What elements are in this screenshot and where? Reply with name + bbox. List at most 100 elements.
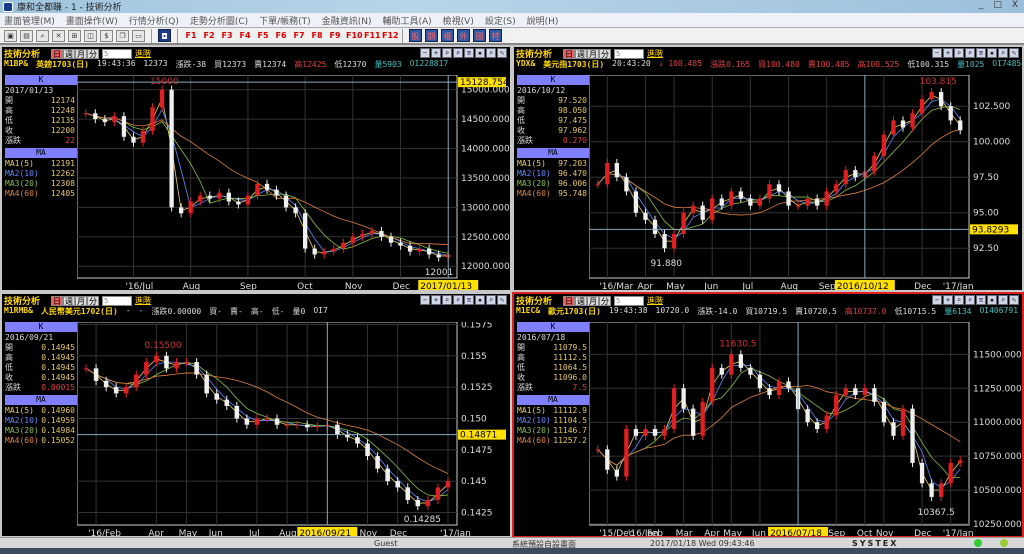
period-button[interactable]: 日	[51, 295, 64, 306]
period-button[interactable]: 月	[587, 295, 600, 306]
monitor-icon[interactable]: ▤	[20, 29, 33, 42]
quick-market-button[interactable]: 期	[425, 29, 438, 42]
function-key-button[interactable]: F9	[328, 31, 342, 40]
save-icon[interactable]: ▪	[987, 295, 997, 305]
menu-item[interactable]: 走勢分析圖(C)	[190, 14, 248, 27]
price-chart[interactable]: 11500.000 11250.000 11000.000 10750.000 1050…	[589, 322, 1024, 538]
period-button[interactable]: 分	[599, 48, 612, 59]
search-icon[interactable]: ⌕	[954, 48, 964, 58]
search-icon[interactable]: ⌕	[442, 295, 452, 305]
quick-market-button[interactable]: 特	[489, 29, 502, 42]
list-icon[interactable]: ≡	[976, 295, 986, 305]
find-icon[interactable]: ⌕	[453, 295, 463, 305]
settings-icon[interactable]: ✎	[497, 295, 507, 305]
function-key-button[interactable]: F1	[184, 31, 198, 40]
menu-item[interactable]: 輔助工具(A)	[382, 14, 431, 27]
screen-icon[interactable]: ▣	[4, 29, 17, 42]
period-select[interactable]: 5	[614, 295, 645, 306]
minimize-button[interactable]: _	[979, 0, 984, 10]
magnify-icon[interactable]: ⌕	[998, 295, 1008, 305]
menu-item[interactable]: 行情分析(Q)	[129, 14, 179, 27]
window-icon[interactable]: ▭	[132, 29, 145, 42]
period-button[interactable]: 週	[575, 295, 588, 306]
function-key-button[interactable]: F4	[238, 31, 252, 40]
period-button[interactable]: 週	[63, 48, 76, 59]
function-key-button[interactable]: F10	[346, 31, 363, 40]
save-icon[interactable]: ▪	[475, 48, 485, 58]
list-icon[interactable]: ≡	[464, 295, 474, 305]
split-icon[interactable]: ◫	[84, 29, 97, 42]
advanced-link[interactable]: 進階	[647, 48, 663, 59]
search-icon[interactable]: ⌕	[954, 295, 964, 305]
chart-panel-m1rmb[interactable]: 技術分析 日週月分 5 進階 − + ⌕ ⌕ ≡ ▪ ⌕ ✎ M1RMB& 人民幣美元1…	[0, 292, 512, 538]
list-icon[interactable]: ≡	[976, 48, 986, 58]
period-button[interactable]: 日	[563, 295, 576, 306]
function-key-button[interactable]: F7	[292, 31, 306, 40]
find-icon[interactable]: ⌕	[453, 48, 463, 58]
settings-icon[interactable]: ✎	[1009, 48, 1019, 58]
menu-item[interactable]: 畫面操作(W)	[66, 14, 118, 27]
maximize-button[interactable]: □	[993, 0, 1002, 10]
close-window-icon[interactable]: ✕	[52, 29, 65, 42]
price-chart[interactable]: 102.500 100.000 97.50 95.00 92.50 93.8293 103.…	[589, 75, 1024, 292]
menu-item[interactable]: 檢視(V)	[443, 14, 474, 27]
menu-item[interactable]: 金融資訊(N)	[322, 14, 372, 27]
tile-icon[interactable]: ⊞	[68, 29, 81, 42]
quick-market-button[interactable]: 國	[473, 29, 486, 42]
period-button[interactable]: 分	[599, 295, 612, 306]
price-chart[interactable]: 15000.00014500.00014000.00013500.0001300…	[77, 75, 512, 292]
zoom-in-icon[interactable]: +	[431, 295, 441, 305]
period-select[interactable]: 5	[614, 48, 645, 59]
settings-icon[interactable]: ✎	[1009, 295, 1019, 305]
zoom-in-icon[interactable]: +	[943, 48, 953, 58]
quick-market-button[interactable]: 外	[457, 29, 470, 42]
function-key-button[interactable]: F8	[310, 31, 324, 40]
magnify-icon[interactable]: ⌕	[486, 295, 496, 305]
search-icon[interactable]: ⌕	[36, 29, 49, 42]
menu-item[interactable]: 說明(H)	[527, 14, 559, 27]
advanced-link[interactable]: 進階	[647, 295, 663, 306]
function-key-button[interactable]: F12	[382, 31, 399, 40]
period-button[interactable]: 日	[51, 48, 64, 59]
function-key-button[interactable]: F3	[220, 31, 234, 40]
chart-panel-m1ec[interactable]: 技術分析 日週月分 5 進階 − + ⌕ ⌕ ≡ ▪ ⌕ ✎ M1EC& 歐元1703(…	[512, 292, 1024, 538]
chart-panel-m1bp[interactable]: 技術分析 日週月分 5 進階 − + ⌕ ⌕ ≡ ▪ ⌕ ✎ M1BP& 英鎊1703(…	[0, 45, 512, 292]
function-key-button[interactable]: F5	[256, 31, 270, 40]
period-button[interactable]: 月	[75, 295, 88, 306]
zoom-out-icon[interactable]: −	[420, 295, 430, 305]
price-chart[interactable]: 0.1575 0.155 0.1525 0.150 0.1475 0.145 0.1425 0…	[77, 322, 512, 538]
settings-icon[interactable]: ✎	[497, 48, 507, 58]
quick-market-button[interactable]: 股	[409, 29, 422, 42]
logo-icon[interactable]: ◘	[158, 29, 171, 42]
period-select[interactable]: 5	[102, 295, 133, 306]
list-icon[interactable]: ≡	[464, 48, 474, 58]
menu-item[interactable]: 設定(S)	[485, 14, 516, 27]
function-key-button[interactable]: F2	[202, 31, 216, 40]
zoom-out-icon[interactable]: −	[420, 48, 430, 58]
search-icon[interactable]: ⌕	[442, 48, 452, 58]
menu-item[interactable]: 畫面管理(M)	[4, 14, 55, 27]
period-button[interactable]: 週	[575, 48, 588, 59]
period-button[interactable]: 分	[87, 295, 100, 306]
find-icon[interactable]: ⌕	[965, 295, 975, 305]
period-button[interactable]: 月	[75, 48, 88, 59]
magnify-icon[interactable]: ⌕	[486, 48, 496, 58]
save-icon[interactable]: ▪	[987, 48, 997, 58]
zoom-in-icon[interactable]: +	[943, 295, 953, 305]
period-button[interactable]: 月	[587, 48, 600, 59]
period-select[interactable]: 5	[102, 48, 133, 59]
chart-panel-ydx[interactable]: 技術分析 日週月分 5 進階 − + ⌕ ⌕ ≡ ▪ ⌕ ✎ YDX& 美元指1703(…	[512, 45, 1024, 292]
period-button[interactable]: 日	[563, 48, 576, 59]
cascade-icon[interactable]: ❐	[116, 29, 129, 42]
zoom-out-icon[interactable]: −	[932, 295, 942, 305]
function-key-button[interactable]: F6	[274, 31, 288, 40]
advanced-link[interactable]: 進階	[135, 295, 151, 306]
zoom-out-icon[interactable]: −	[932, 48, 942, 58]
magnify-icon[interactable]: ⌕	[998, 48, 1008, 58]
period-button[interactable]: 週	[63, 295, 76, 306]
period-button[interactable]: 分	[87, 48, 100, 59]
find-icon[interactable]: ⌕	[965, 48, 975, 58]
quick-market-button[interactable]: 權	[441, 29, 454, 42]
advanced-link[interactable]: 進階	[135, 48, 151, 59]
close-button[interactable]: X	[1012, 0, 1018, 10]
